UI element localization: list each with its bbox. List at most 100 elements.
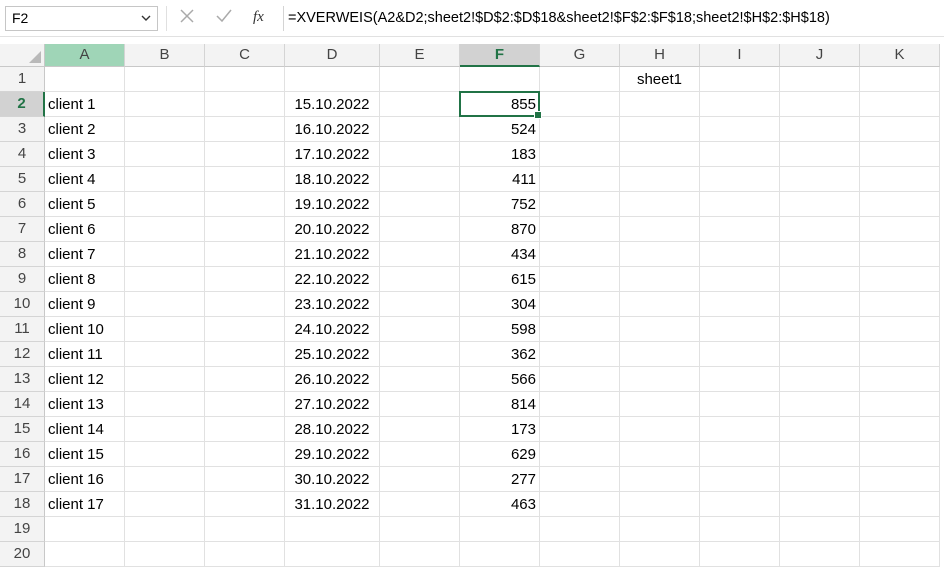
cell-d17[interactable]: 30.10.2022: [285, 467, 380, 492]
cell-a18[interactable]: client 17: [45, 492, 125, 517]
cell-g7[interactable]: [540, 217, 620, 242]
cell-d3[interactable]: 16.10.2022: [285, 117, 380, 142]
cell-b9[interactable]: [125, 267, 205, 292]
cell-b5[interactable]: [125, 167, 205, 192]
cell-g3[interactable]: [540, 117, 620, 142]
cell-b13[interactable]: [125, 367, 205, 392]
cell-e5[interactable]: [380, 167, 460, 192]
row-header-16[interactable]: 16: [0, 442, 45, 467]
cell-i20[interactable]: [700, 542, 780, 567]
cell-a16[interactable]: client 15: [45, 442, 125, 467]
cell-g2[interactable]: [540, 92, 620, 117]
cell-a20[interactable]: [45, 542, 125, 567]
cell-c2[interactable]: [205, 92, 285, 117]
cell-a13[interactable]: client 12: [45, 367, 125, 392]
cell-h15[interactable]: [620, 417, 700, 442]
cell-k7[interactable]: [860, 217, 940, 242]
cell-h2[interactable]: [620, 92, 700, 117]
cell-j8[interactable]: [780, 242, 860, 267]
cell-h8[interactable]: [620, 242, 700, 267]
cell-f19[interactable]: [460, 517, 540, 542]
cell-g9[interactable]: [540, 267, 620, 292]
cell-g8[interactable]: [540, 242, 620, 267]
column-header-e[interactable]: E: [380, 44, 460, 67]
cell-c15[interactable]: [205, 417, 285, 442]
cell-f6[interactable]: 752: [460, 192, 540, 217]
cell-e14[interactable]: [380, 392, 460, 417]
row-header-18[interactable]: 18: [0, 492, 45, 517]
cell-b2[interactable]: [125, 92, 205, 117]
cell-h14[interactable]: [620, 392, 700, 417]
cell-e17[interactable]: [380, 467, 460, 492]
cell-c14[interactable]: [205, 392, 285, 417]
cell-d15[interactable]: 28.10.2022: [285, 417, 380, 442]
cell-c12[interactable]: [205, 342, 285, 367]
cell-c5[interactable]: [205, 167, 285, 192]
cell-j16[interactable]: [780, 442, 860, 467]
cell-f9[interactable]: 615: [460, 267, 540, 292]
cell-g14[interactable]: [540, 392, 620, 417]
cell-h13[interactable]: [620, 367, 700, 392]
cell-b19[interactable]: [125, 517, 205, 542]
cell-g12[interactable]: [540, 342, 620, 367]
cell-c6[interactable]: [205, 192, 285, 217]
cell-f7[interactable]: 870: [460, 217, 540, 242]
cell-g16[interactable]: [540, 442, 620, 467]
cancel-button[interactable]: [172, 6, 202, 31]
row-header-4[interactable]: 4: [0, 142, 45, 167]
cell-j7[interactable]: [780, 217, 860, 242]
cell-h5[interactable]: [620, 167, 700, 192]
cell-i8[interactable]: [700, 242, 780, 267]
cell-k9[interactable]: [860, 267, 940, 292]
cell-g1[interactable]: [540, 67, 620, 92]
cell-g17[interactable]: [540, 467, 620, 492]
cell-h12[interactable]: [620, 342, 700, 367]
cell-d19[interactable]: [285, 517, 380, 542]
cell-e1[interactable]: [380, 67, 460, 92]
cell-i2[interactable]: [700, 92, 780, 117]
cell-f10[interactable]: 304: [460, 292, 540, 317]
cell-c18[interactable]: [205, 492, 285, 517]
column-header-d[interactable]: D: [285, 44, 380, 67]
cell-k3[interactable]: [860, 117, 940, 142]
cell-b15[interactable]: [125, 417, 205, 442]
cell-k16[interactable]: [860, 442, 940, 467]
cell-k13[interactable]: [860, 367, 940, 392]
cell-e11[interactable]: [380, 317, 460, 342]
cell-f3[interactable]: 524: [460, 117, 540, 142]
row-header-2[interactable]: 2: [0, 92, 45, 117]
enter-button[interactable]: [209, 6, 239, 31]
cell-f12[interactable]: 362: [460, 342, 540, 367]
cell-i4[interactable]: [700, 142, 780, 167]
cell-b18[interactable]: [125, 492, 205, 517]
cell-h10[interactable]: [620, 292, 700, 317]
cell-k18[interactable]: [860, 492, 940, 517]
cell-f18[interactable]: 463: [460, 492, 540, 517]
cell-k4[interactable]: [860, 142, 940, 167]
column-header-f[interactable]: F: [460, 44, 540, 67]
cell-c17[interactable]: [205, 467, 285, 492]
cell-k8[interactable]: [860, 242, 940, 267]
cell-b17[interactable]: [125, 467, 205, 492]
cell-i11[interactable]: [700, 317, 780, 342]
cell-k17[interactable]: [860, 467, 940, 492]
cell-a3[interactable]: client 2: [45, 117, 125, 142]
cell-g20[interactable]: [540, 542, 620, 567]
cell-d11[interactable]: 24.10.2022: [285, 317, 380, 342]
row-header-15[interactable]: 15: [0, 417, 45, 442]
cell-b12[interactable]: [125, 342, 205, 367]
column-header-k[interactable]: K: [860, 44, 940, 67]
cell-c19[interactable]: [205, 517, 285, 542]
cell-f13[interactable]: 566: [460, 367, 540, 392]
cell-d9[interactable]: 22.10.2022: [285, 267, 380, 292]
cell-k14[interactable]: [860, 392, 940, 417]
row-header-13[interactable]: 13: [0, 367, 45, 392]
cell-i15[interactable]: [700, 417, 780, 442]
cell-j15[interactable]: [780, 417, 860, 442]
cell-h20[interactable]: [620, 542, 700, 567]
column-header-a[interactable]: A: [45, 44, 125, 67]
cell-d2[interactable]: 15.10.2022: [285, 92, 380, 117]
cell-h1[interactable]: sheet1: [620, 67, 700, 92]
cell-i18[interactable]: [700, 492, 780, 517]
cell-j5[interactable]: [780, 167, 860, 192]
